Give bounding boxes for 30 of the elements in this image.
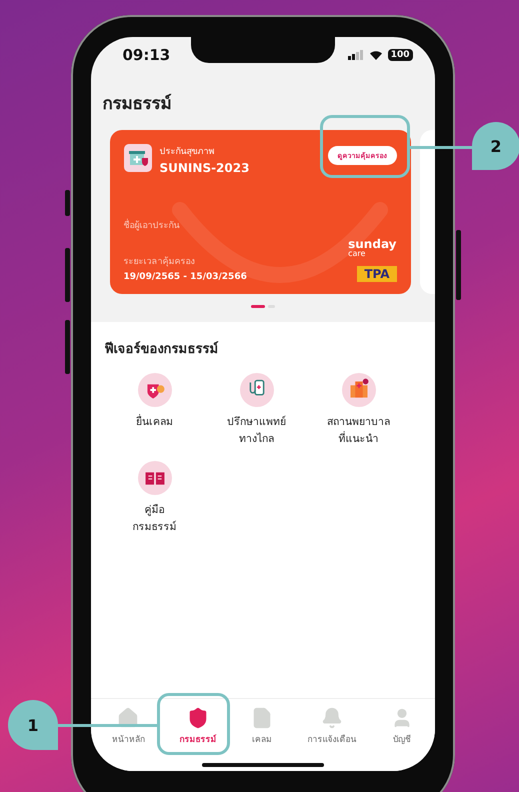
policy-type: ประกันสุขภาพ xyxy=(160,146,216,158)
callout-marker: 1 xyxy=(8,700,58,750)
insured-label: ชื่อผู้เอาประกัน xyxy=(124,218,247,232)
signal-icon xyxy=(348,50,364,60)
medicine-box-icon xyxy=(124,144,152,172)
status-time: 09:13 xyxy=(122,46,170,64)
tab-item[interactable]: กรมธรรม์ xyxy=(179,707,216,751)
feature-item[interactable]: คู่มือ กรมธรรม์ xyxy=(104,461,204,535)
bell-icon xyxy=(321,707,344,729)
brand-logo: sunday care xyxy=(348,238,396,258)
callout-marker: 2 xyxy=(472,122,519,170)
section-heading: ฟีเจอร์ของกรมธรรม์ xyxy=(104,340,220,359)
feature-item[interactable]: สถานพยาบาล ที่แนะนำ xyxy=(308,373,408,447)
coverage-period: 19/09/2565 - 15/03/2566 xyxy=(124,272,247,282)
tab-item[interactable]: บัญชี xyxy=(391,707,414,751)
shield-icon xyxy=(138,373,172,407)
feature-item[interactable]: ยื่นเคลม xyxy=(104,373,204,447)
period-label: ระยะเวลาคุ้มครอง xyxy=(124,256,196,268)
hospital-icon xyxy=(342,373,376,407)
battery-level: 100 xyxy=(388,49,412,61)
callout-line xyxy=(410,146,472,149)
wifi-icon xyxy=(368,50,383,60)
stethoscope-icon xyxy=(240,373,274,407)
tab-item[interactable]: การแจ้งเตือน xyxy=(308,707,357,751)
policy-name: SUNINS-2023 xyxy=(160,161,250,175)
feature-item[interactable]: ปรึกษาแพทย์ ทางไกล xyxy=(206,373,306,447)
tpa-logo: TPA xyxy=(357,266,396,282)
book-icon xyxy=(138,461,172,495)
tab-item[interactable]: เคลม xyxy=(250,707,273,751)
page-title: กรมธรรม์ xyxy=(102,92,172,116)
